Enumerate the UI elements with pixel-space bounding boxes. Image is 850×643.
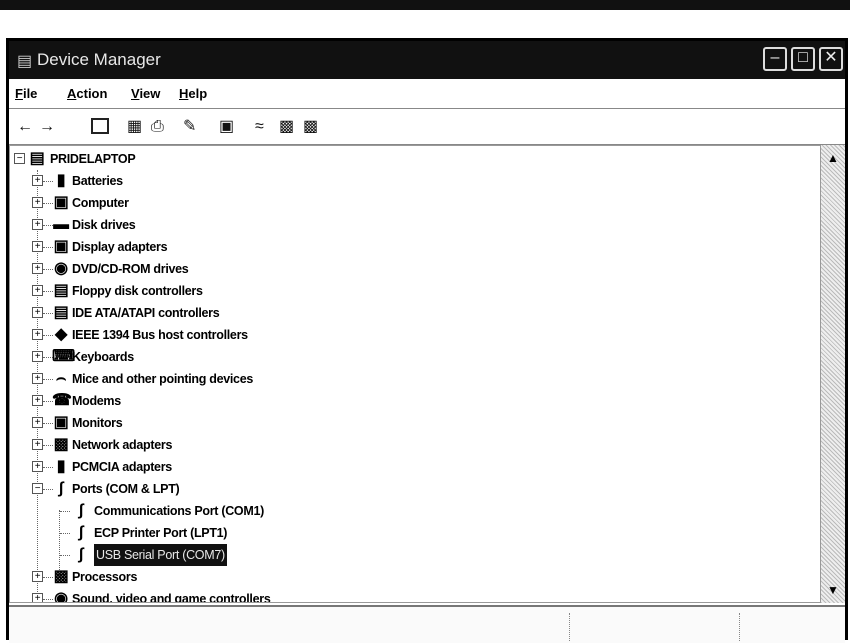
tree-item-label: Ports (COM & LPT) [72, 482, 180, 496]
expand-toggle[interactable]: + [32, 417, 43, 428]
help-icon[interactable]: ✎ [183, 118, 196, 136]
tree-item-label: Monitors [72, 416, 123, 430]
tree-item-label: Keyboards [72, 350, 134, 364]
tree-item-label: Sound, video and game controllers [72, 592, 271, 603]
tree-item-label: Computer [72, 196, 129, 210]
close-button[interactable]: ✕ [819, 47, 843, 71]
expand-toggle[interactable]: + [32, 593, 43, 602]
computer-icon: ▤ [29, 150, 45, 167]
expand-toggle[interactable]: + [32, 329, 43, 340]
disk-drive-icon: ▬ [53, 216, 69, 233]
port-icon: ∫ [58, 480, 64, 497]
expand-toggle[interactable]: + [32, 263, 43, 274]
title-bar[interactable]: ▤ Device Manager – □ ✕ [9, 41, 845, 79]
tree-item-label: Batteries [72, 174, 123, 188]
tree-item-label: Display adapters [72, 240, 168, 254]
tree-item-label: IDE ATA/ATAPI controllers [72, 306, 220, 320]
floppy-controller-icon: ▤ [53, 282, 69, 299]
expand-toggle[interactable]: + [32, 175, 43, 186]
disable-icon[interactable]: ▩ [279, 118, 294, 136]
ieee1394-icon: ◆ [54, 326, 67, 343]
monitor-icon: ▣ [53, 414, 69, 431]
print-icon[interactable]: ⎙ [151, 118, 164, 136]
computer-icon: ▣ [53, 194, 69, 211]
tree-item-label: DVD/CD-ROM drives [72, 262, 189, 276]
keyboard-icon: ⌨ [52, 348, 75, 365]
collapse-toggle[interactable]: − [32, 483, 43, 494]
status-bar [9, 605, 845, 643]
tree-item-label: IEEE 1394 Bus host controllers [72, 328, 248, 342]
ide-controller-icon: ▤ [53, 304, 69, 321]
toolbar: ← → ▦ ⎙ ✎ ▣ ≈ ▩ ▩ [9, 109, 845, 145]
menu-file[interactable]: File [15, 86, 37, 101]
menu-bar: File Action View Help [9, 79, 845, 109]
port-icon: ∫ [78, 524, 84, 541]
tree-item-label: ECP Printer Port (LPT1) [94, 526, 228, 540]
expand-toggle[interactable]: + [32, 197, 43, 208]
expand-toggle[interactable]: + [32, 285, 43, 296]
expand-toggle[interactable]: + [32, 571, 43, 582]
port-icon: ∫ [78, 546, 84, 563]
modem-icon: ☎ [52, 392, 72, 409]
tree-item-label: Processors [72, 570, 138, 584]
dvd-drive-icon: ◉ [54, 260, 68, 277]
port-icon: ∫ [78, 502, 84, 519]
pcmcia-icon: ▮ [56, 458, 66, 475]
status-divider [739, 613, 740, 641]
collapse-toggle[interactable]: − [14, 153, 25, 164]
scroll-down-icon[interactable]: ▼ [824, 581, 842, 599]
expand-toggle[interactable]: + [32, 373, 43, 384]
device-manager-window: ▤ Device Manager – □ ✕ File Action View … [6, 38, 848, 643]
device-manager-icon: ▤ [17, 53, 33, 70]
expand-toggle[interactable]: + [32, 461, 43, 472]
expand-toggle[interactable]: + [32, 439, 43, 450]
view-icon[interactable] [91, 118, 109, 134]
tree-item-label-selected: USB Serial Port (COM7) [94, 544, 227, 566]
window-title: Device Manager [37, 50, 161, 69]
processor-icon: ▩ [53, 568, 69, 585]
vertical-scrollbar[interactable]: ▲ ▼ [821, 145, 845, 603]
sound-icon: ◉ [54, 590, 68, 603]
display-adapter-icon: ▣ [53, 238, 69, 255]
scroll-up-icon[interactable]: ▲ [824, 149, 842, 167]
network-adapter-icon: ▩ [53, 436, 69, 453]
back-arrow-icon[interactable]: ← [17, 118, 33, 136]
top-edge [0, 0, 850, 10]
uninstall-icon[interactable]: ≈ [255, 118, 264, 136]
expand-toggle[interactable]: + [32, 351, 43, 362]
tree-item-label: Floppy disk controllers [72, 284, 203, 298]
maximize-button[interactable]: □ [791, 47, 815, 71]
expand-toggle[interactable]: + [32, 395, 43, 406]
expand-toggle[interactable]: + [32, 219, 43, 230]
tree-item-label: Disk drives [72, 218, 136, 232]
forward-arrow-icon[interactable]: → [39, 118, 55, 136]
scan-hardware-icon[interactable]: ▣ [219, 118, 234, 136]
device-tree: − ▤ PRIDELAPTOP + ▮ Batteries + ▣ Comput… [9, 145, 821, 603]
properties-icon[interactable]: ▦ [127, 118, 142, 136]
tree-root-label: PRIDELAPTOP [50, 152, 136, 166]
mouse-icon: ⌢ [55, 370, 67, 387]
menu-action[interactable]: Action [67, 86, 107, 101]
expand-toggle[interactable]: + [32, 307, 43, 318]
expand-toggle[interactable]: + [32, 241, 43, 252]
tree-item-label: PCMCIA adapters [72, 460, 172, 474]
update-driver-icon[interactable]: ▩ [303, 118, 318, 136]
tree-item-label: Network adapters [72, 438, 173, 452]
menu-help[interactable]: Help [179, 86, 207, 101]
battery-icon: ▮ [56, 172, 66, 189]
tree-item-label: Communications Port (COM1) [94, 504, 264, 518]
tree-item-label: Modems [72, 394, 121, 408]
menu-view[interactable]: View [131, 86, 160, 101]
tree-item-label: Mice and other pointing devices [72, 372, 254, 386]
status-divider [569, 613, 570, 641]
minimize-button[interactable]: – [763, 47, 787, 71]
